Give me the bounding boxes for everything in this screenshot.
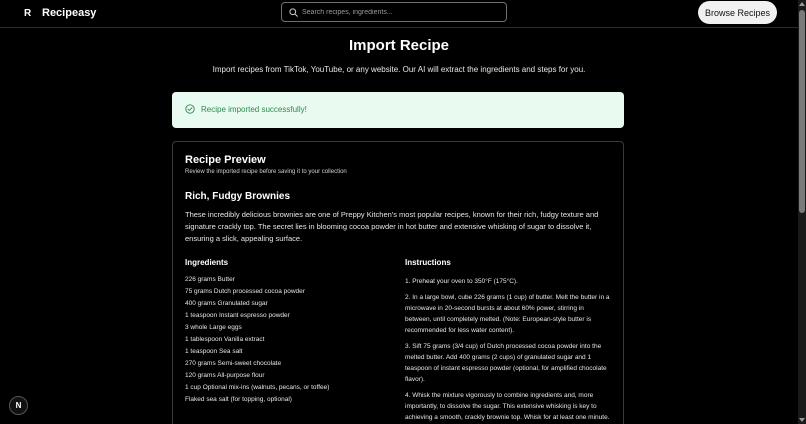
page-title: Import Recipe — [348, 37, 450, 54]
search-icon — [289, 8, 298, 17]
search-box[interactable] — [281, 2, 507, 22]
preview-subtitle: Review the imported recipe before saving… — [185, 169, 347, 175]
recipe-title: Rich, Fudgy Brownies — [185, 191, 291, 202]
brand-link[interactable]: R Recipeasy — [24, 7, 96, 19]
page-scrollbar[interactable] — [798, 0, 806, 424]
instruction-step: 3. Sift 75 grams (3/4 cup) of Dutch proc… — [405, 343, 607, 383]
search-input[interactable] — [302, 5, 502, 19]
instructions-list: 1. Preheat your oven to 350°F (175°C). 2… — [405, 276, 611, 424]
check-circle-icon — [185, 104, 195, 114]
ingredients-heading: Ingredients — [185, 258, 229, 267]
browse-recipes-button[interactable]: Browse Recipes — [698, 1, 777, 24]
dev-tools-badge[interactable]: N — [9, 396, 28, 415]
brand-logo: R — [24, 7, 32, 19]
ingredient-item: 1 teaspoon Sea salt — [185, 348, 243, 355]
ingredient-item: 400 grams Granulated sugar — [185, 300, 268, 307]
ingredient-item: 3 whole Large eggs — [185, 324, 242, 331]
success-message: Recipe imported successfully! — [201, 105, 307, 114]
success-alert: Recipe imported successfully! — [172, 92, 624, 128]
ingredient-item: 120 grams All-purpose flour — [185, 372, 265, 379]
recipe-description: These incredibly delicious brownies are … — [185, 210, 599, 243]
instructions-heading: Instructions — [405, 258, 451, 267]
ingredient-item: 1 teaspoon Instant espresso powder — [185, 312, 290, 319]
ingredient-item: 270 grams Semi-sweet chocolate — [185, 360, 282, 367]
brand-name: Recipeasy — [42, 7, 97, 19]
preview-title: Recipe Preview — [185, 154, 266, 166]
page-subtitle: Import recipes from TikTok, YouTube, or … — [212, 65, 586, 74]
ingredient-item: 1 tablespoon Vanilla extract — [185, 336, 265, 343]
instruction-step: 1. Preheat your oven to 350°F (175°C). — [405, 278, 518, 285]
scroll-down-arrow-icon[interactable] — [799, 418, 805, 422]
recipe-preview-card: Recipe Preview Review the imported recip… — [172, 141, 624, 424]
top-navigation-bar: R Recipeasy Browse Recipes — [0, 0, 798, 28]
scrollbar-thumb[interactable] — [799, 10, 805, 213]
ingredient-item: 75 grams Dutch processed cocoa powder — [185, 288, 305, 295]
ingredients-list: 226 grams Butter 75 grams Dutch processe… — [185, 276, 329, 408]
ingredient-item: 1 cup Optional mix-ins (walnuts, pecans,… — [185, 384, 330, 391]
ingredient-item: Flaked sea salt (for topping, optional) — [185, 396, 292, 403]
scroll-up-arrow-icon[interactable] — [799, 2, 805, 6]
instruction-step: 2. In a large bowl, cube 226 grams (1 cu… — [405, 294, 610, 334]
instruction-step: 4. Whisk the mixture vigorously to combi… — [405, 392, 610, 421]
ingredient-item: 226 grams Butter — [185, 276, 235, 283]
